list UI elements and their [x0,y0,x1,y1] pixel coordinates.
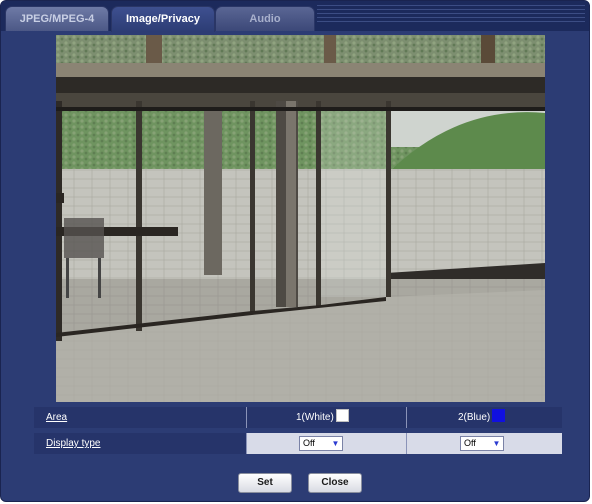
column-divider [246,433,247,454]
chevron-down-icon: ▼ [492,439,501,448]
tab-bar: JPEG/MPEG-4 Image/Privacy Audio [1,1,589,32]
area2-text: 2(Blue) [458,407,506,428]
column-divider [406,433,407,454]
area-row: Area 1(White) 2(Blue) [34,407,562,428]
chevron-down-icon: ▼ [331,439,340,448]
area1-text: 1(White) [296,407,349,428]
display-type-area1-select[interactable]: Off ▼ [299,436,343,451]
close-button[interactable]: Close [308,473,362,493]
tab-image-privacy[interactable]: Image/Privacy [111,6,215,32]
display-type-area2-select[interactable]: Off ▼ [460,436,504,451]
display-type-row: Display type Off ▼ Off ▼ [34,433,562,454]
area-label[interactable]: Area [46,407,67,428]
tab-jpeg-mpeg4[interactable]: JPEG/MPEG-4 [5,6,109,31]
display-type-area2-value: Off [464,438,476,448]
camera-scene [56,35,545,402]
area1-white-swatch [335,409,349,422]
set-button[interactable]: Set [238,473,292,493]
settings-window: JPEG/MPEG-4 Image/Privacy Audio Area 1(W… [0,0,590,502]
area2-label: 2(Blue) [458,412,491,423]
column-divider [246,407,247,428]
tab-bar-decoration [317,5,585,25]
display-type-area1-value: Off [303,438,315,448]
display-type-label[interactable]: Display type [46,433,100,454]
tab-audio[interactable]: Audio [215,6,315,31]
area2-blue-swatch [492,409,506,422]
column-divider [406,407,407,428]
area1-label: 1(White) [296,412,334,423]
camera-preview-image[interactable] [56,35,545,402]
